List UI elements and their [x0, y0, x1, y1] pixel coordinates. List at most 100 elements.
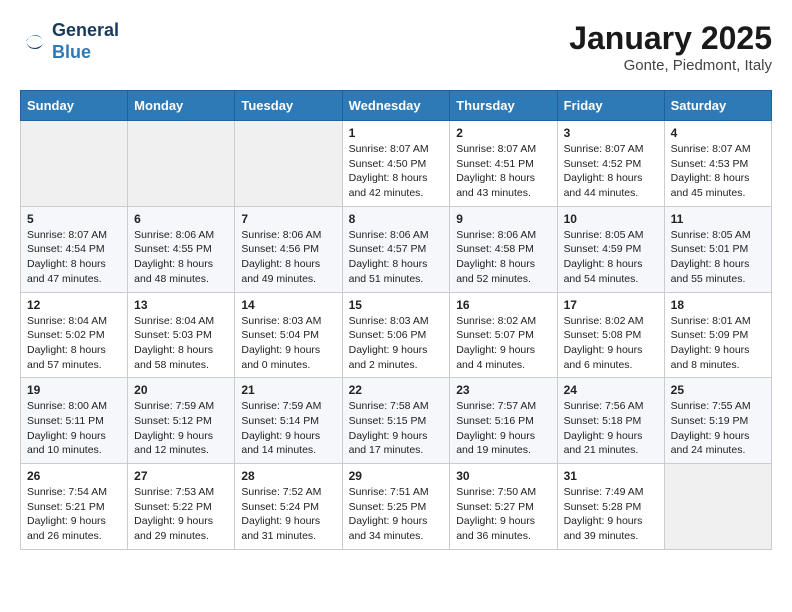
title-block: January 2025 Gonte, Piedmont, Italy [569, 20, 772, 74]
day-number: 29 [349, 469, 444, 483]
day-info: Sunrise: 8:07 AM Sunset: 4:52 PM Dayligh… [564, 142, 658, 201]
day-info: Sunrise: 8:06 AM Sunset: 4:57 PM Dayligh… [349, 228, 444, 287]
logo-text-blue: Blue [52, 42, 119, 64]
day-number: 26 [27, 469, 121, 483]
day-info: Sunrise: 7:59 AM Sunset: 5:12 PM Dayligh… [134, 399, 228, 458]
day-info: Sunrise: 7:57 AM Sunset: 5:16 PM Dayligh… [456, 399, 550, 458]
day-number: 9 [456, 212, 550, 226]
day-number: 25 [671, 383, 765, 397]
day-number: 7 [241, 212, 335, 226]
calendar-cell: 14Sunrise: 8:03 AM Sunset: 5:04 PM Dayli… [235, 292, 342, 378]
calendar-cell: 24 Sunrise: 7:56 AM Sunset: 5:18 PM Dayli… [557, 378, 664, 464]
month-title: January 2025 [569, 20, 772, 57]
day-number: 8 [349, 212, 444, 226]
day-info: Sunrise: 8:05 AM Sunset: 5:01 PM Dayligh… [671, 228, 765, 287]
calendar-cell: 22 Sunrise: 7:58 AM Sunset: 5:15 PM Dayli… [342, 378, 450, 464]
calendar-cell: 18Sunrise: 8:01 AM Sunset: 5:09 PM Dayli… [664, 292, 771, 378]
day-number: 30 [456, 469, 550, 483]
weekday-header-row: SundayMondayTuesdayWednesdayThursdayFrid… [21, 91, 772, 121]
day-number: 24 [564, 383, 658, 397]
calendar-cell: 2 Sunrise: 8:07 AM Sunset: 4:51 PM Daylig… [450, 121, 557, 207]
calendar-cell: 7 Sunrise: 8:06 AM Sunset: 4:56 PM Daylig… [235, 206, 342, 292]
page-header: General Blue January 2025 Gonte, Piedmon… [20, 20, 772, 74]
day-info: Sunrise: 8:07 AM Sunset: 4:53 PM Dayligh… [671, 142, 765, 201]
day-number: 27 [134, 469, 228, 483]
logo-icon [20, 28, 48, 56]
calendar-cell: 11 Sunrise: 8:05 AM Sunset: 5:01 PM Dayli… [664, 206, 771, 292]
weekday-header-friday: Friday [557, 91, 664, 121]
day-number: 18 [671, 298, 765, 312]
day-number: 6 [134, 212, 228, 226]
day-number: 15 [349, 298, 444, 312]
day-number: 28 [241, 469, 335, 483]
calendar-cell: 26 Sunrise: 7:54 AM Sunset: 5:21 PM Dayli… [21, 464, 128, 550]
calendar-cell: 23 Sunrise: 7:57 AM Sunset: 5:16 PM Dayli… [450, 378, 557, 464]
day-number: 4 [671, 126, 765, 140]
calendar-cell [128, 121, 235, 207]
weekday-header-sunday: Sunday [21, 91, 128, 121]
day-info: Sunrise: 8:00 AM Sunset: 5:11 PM Dayligh… [27, 399, 121, 458]
calendar-cell [235, 121, 342, 207]
day-info: Sunrise: 8:07 AM Sunset: 4:50 PM Dayligh… [349, 142, 444, 201]
calendar-week-2: 5 Sunrise: 8:07 AM Sunset: 4:54 PM Daylig… [21, 206, 772, 292]
day-info: Sunrise: 8:03 AM Sunset: 5:06 PM Dayligh… [349, 314, 444, 373]
day-info: Sunrise: 7:53 AM Sunset: 5:22 PM Dayligh… [134, 485, 228, 544]
calendar-week-3: 12 Sunrise: 8:04 AM Sunset: 5:02 PM Dayli… [21, 292, 772, 378]
weekday-header-saturday: Saturday [664, 91, 771, 121]
day-info: Sunrise: 8:02 AM Sunset: 5:08 PM Dayligh… [564, 314, 658, 373]
weekday-header-thursday: Thursday [450, 91, 557, 121]
logo-text-general: General [52, 20, 119, 42]
calendar-week-1: 1Sunrise: 8:07 AM Sunset: 4:50 PM Daylig… [21, 121, 772, 207]
calendar-cell: 31 Sunrise: 7:49 AM Sunset: 5:28 PM Dayli… [557, 464, 664, 550]
calendar-week-5: 26 Sunrise: 7:54 AM Sunset: 5:21 PM Dayli… [21, 464, 772, 550]
day-info: Sunrise: 7:52 AM Sunset: 5:24 PM Dayligh… [241, 485, 335, 544]
calendar-cell: 28 Sunrise: 7:52 AM Sunset: 5:24 PM Dayli… [235, 464, 342, 550]
calendar-cell: 8 Sunrise: 8:06 AM Sunset: 4:57 PM Daylig… [342, 206, 450, 292]
day-number: 22 [349, 383, 444, 397]
day-info: Sunrise: 8:07 AM Sunset: 4:54 PM Dayligh… [27, 228, 121, 287]
calendar-cell: 20 Sunrise: 7:59 AM Sunset: 5:12 PM Dayli… [128, 378, 235, 464]
day-info: Sunrise: 7:58 AM Sunset: 5:15 PM Dayligh… [349, 399, 444, 458]
day-number: 21 [241, 383, 335, 397]
day-info: Sunrise: 8:06 AM Sunset: 4:58 PM Dayligh… [456, 228, 550, 287]
day-number: 19 [27, 383, 121, 397]
calendar-cell [664, 464, 771, 550]
day-number: 20 [134, 383, 228, 397]
day-info: Sunrise: 7:49 AM Sunset: 5:28 PM Dayligh… [564, 485, 658, 544]
calendar-cell: 1Sunrise: 8:07 AM Sunset: 4:50 PM Daylig… [342, 121, 450, 207]
logo: General Blue [20, 20, 119, 63]
calendar-cell: 3Sunrise: 8:07 AM Sunset: 4:52 PM Daylig… [557, 121, 664, 207]
calendar-cell: 5 Sunrise: 8:07 AM Sunset: 4:54 PM Daylig… [21, 206, 128, 292]
day-info: Sunrise: 7:51 AM Sunset: 5:25 PM Dayligh… [349, 485, 444, 544]
location-subtitle: Gonte, Piedmont, Italy [569, 57, 772, 74]
calendar-cell: 13Sunrise: 8:04 AM Sunset: 5:03 PM Dayli… [128, 292, 235, 378]
day-number: 11 [671, 212, 765, 226]
weekday-header-wednesday: Wednesday [342, 91, 450, 121]
day-info: Sunrise: 7:56 AM Sunset: 5:18 PM Dayligh… [564, 399, 658, 458]
calendar-cell: 30Sunrise: 7:50 AM Sunset: 5:27 PM Dayli… [450, 464, 557, 550]
calendar-cell [21, 121, 128, 207]
day-number: 14 [241, 298, 335, 312]
calendar-week-4: 19 Sunrise: 8:00 AM Sunset: 5:11 PM Dayli… [21, 378, 772, 464]
calendar-cell: 21Sunrise: 7:59 AM Sunset: 5:14 PM Dayli… [235, 378, 342, 464]
day-number: 23 [456, 383, 550, 397]
day-info: Sunrise: 8:06 AM Sunset: 4:55 PM Dayligh… [134, 228, 228, 287]
day-info: Sunrise: 8:07 AM Sunset: 4:51 PM Dayligh… [456, 142, 550, 201]
day-info: Sunrise: 7:54 AM Sunset: 5:21 PM Dayligh… [27, 485, 121, 544]
day-number: 2 [456, 126, 550, 140]
calendar-cell: 19 Sunrise: 8:00 AM Sunset: 5:11 PM Dayli… [21, 378, 128, 464]
day-number: 5 [27, 212, 121, 226]
calendar-cell: 4 Sunrise: 8:07 AM Sunset: 4:53 PM Daylig… [664, 121, 771, 207]
day-number: 13 [134, 298, 228, 312]
day-number: 12 [27, 298, 121, 312]
day-number: 31 [564, 469, 658, 483]
calendar-cell: 25Sunrise: 7:55 AM Sunset: 5:19 PM Dayli… [664, 378, 771, 464]
calendar-cell: 27 Sunrise: 7:53 AM Sunset: 5:22 PM Dayli… [128, 464, 235, 550]
day-info: Sunrise: 8:05 AM Sunset: 4:59 PM Dayligh… [564, 228, 658, 287]
day-info: Sunrise: 8:04 AM Sunset: 5:02 PM Dayligh… [27, 314, 121, 373]
day-number: 16 [456, 298, 550, 312]
day-info: Sunrise: 8:02 AM Sunset: 5:07 PM Dayligh… [456, 314, 550, 373]
day-info: Sunrise: 8:06 AM Sunset: 4:56 PM Dayligh… [241, 228, 335, 287]
calendar-cell: 12 Sunrise: 8:04 AM Sunset: 5:02 PM Dayli… [21, 292, 128, 378]
calendar-cell: 17Sunrise: 8:02 AM Sunset: 5:08 PM Dayli… [557, 292, 664, 378]
